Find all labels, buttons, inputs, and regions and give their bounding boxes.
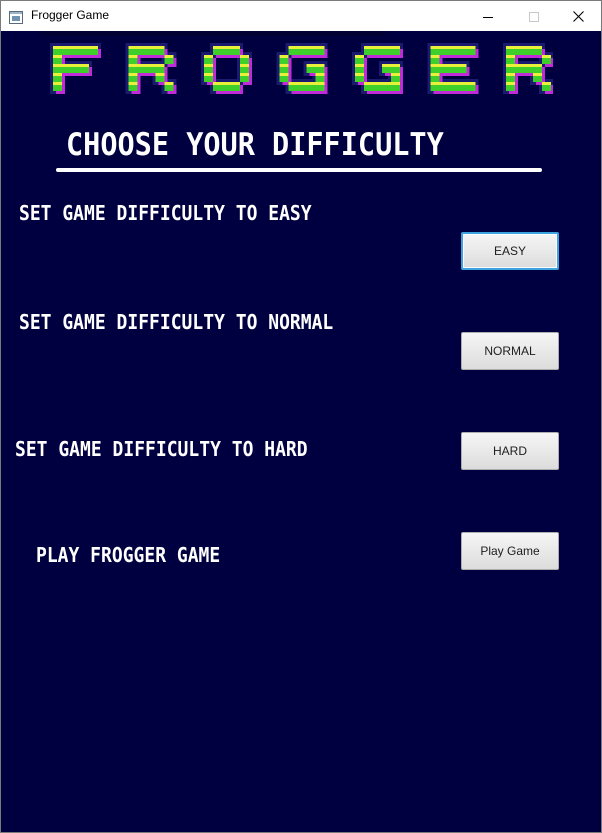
logo-letter xyxy=(503,43,553,94)
logo-letter xyxy=(201,43,252,94)
minimize-button[interactable] xyxy=(465,1,511,31)
play-option-label: PLAY FROGGER GAME xyxy=(36,543,221,567)
logo-letter xyxy=(276,43,328,94)
java-app-icon xyxy=(9,9,23,24)
logo-letter xyxy=(427,43,479,94)
title-underline xyxy=(56,168,542,172)
normal-button[interactable]: NORMAL xyxy=(461,332,559,370)
logo-letter xyxy=(50,43,101,94)
game-menu-panel: FROGGER CHOOSE YOUR DIFFICULTY SET GAME … xyxy=(1,31,601,832)
page-title: CHOOSE YOUR DIFFICULTY xyxy=(66,127,444,163)
maximize-button[interactable] xyxy=(511,1,557,31)
easy-button[interactable]: EASY xyxy=(461,232,559,270)
app-window: Frogger Game FROGGER CHOOSE YOUR DIFFICU… xyxy=(0,0,602,833)
logo-letter xyxy=(125,43,177,94)
play-game-button[interactable]: Play Game xyxy=(461,532,559,570)
frogger-logo: FROGGER xyxy=(50,43,553,94)
close-button[interactable] xyxy=(555,1,601,31)
maximize-icon xyxy=(529,7,539,26)
easy-option-label: SET GAME DIFFICULTY TO EASY xyxy=(19,201,312,225)
normal-option-label: SET GAME DIFFICULTY TO NORMAL xyxy=(19,310,334,334)
logo-letter xyxy=(352,43,403,94)
minimize-icon xyxy=(483,7,493,26)
window-title: Frogger Game xyxy=(31,8,110,22)
hard-option-label: SET GAME DIFFICULTY TO HARD xyxy=(15,437,308,461)
title-bar[interactable]: Frogger Game xyxy=(1,1,601,31)
hard-button[interactable]: HARD xyxy=(461,432,559,470)
close-icon xyxy=(572,7,584,26)
